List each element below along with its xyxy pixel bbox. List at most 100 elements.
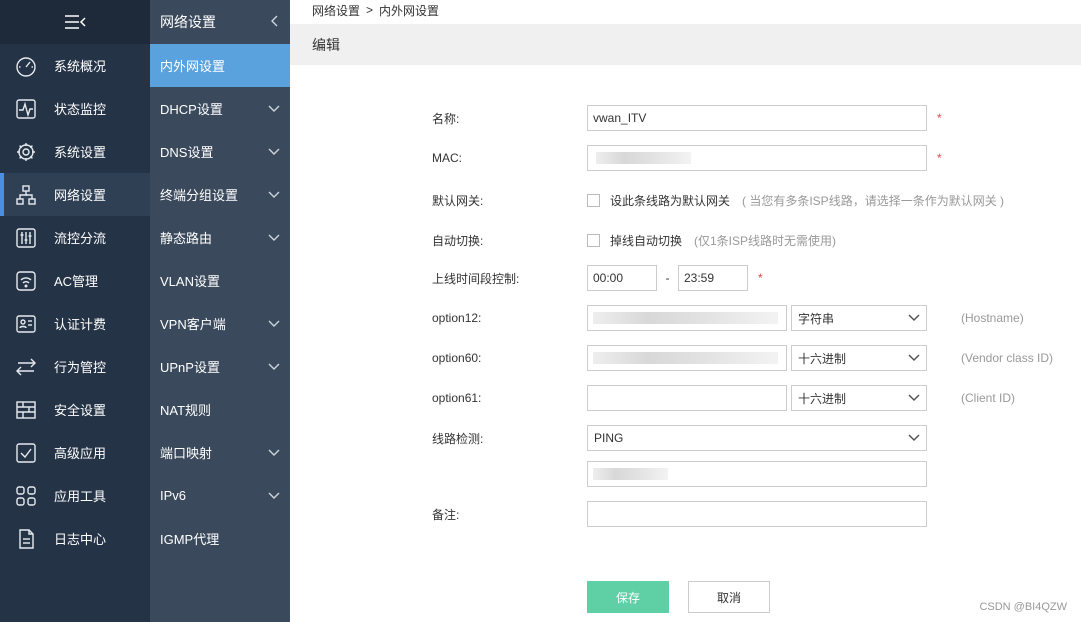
option61-type-select[interactable]: 十六进制 (791, 385, 927, 411)
option60-type-select[interactable]: 十六进制 (791, 345, 927, 371)
menu-collapse-icon (65, 15, 86, 29)
name-input[interactable]: vwan_ITV (587, 105, 927, 131)
sidebar-item[interactable]: 应用工具 (0, 474, 150, 517)
line-check-target-input[interactable] (587, 461, 927, 487)
chevron-down-icon (908, 434, 920, 442)
sidebar-item[interactable]: 流控分流 (0, 216, 150, 259)
chevron-down-icon (268, 144, 280, 159)
end-time-input[interactable]: 23:59 (678, 265, 748, 291)
sidebar-item-label: 安全设置 (54, 403, 107, 418)
chevron-down-icon (908, 314, 920, 322)
main-content: 网络设置 > 内外网设置 编辑 名称: vwan_ITV * MAC: * 默认… (290, 0, 1081, 622)
start-time-input[interactable]: 00:00 (587, 265, 657, 291)
sub-sidebar-item[interactable]: IPv6 (150, 474, 290, 517)
gateway-checkbox-label[interactable]: 设此条线路为默认网关 (610, 192, 730, 209)
sub-sidebar-item-label: 静态路由 (160, 231, 213, 246)
sub-sidebar-item-label: DNS设置 (160, 145, 214, 160)
sub-sidebar-item[interactable]: IGMP代理 (150, 517, 290, 560)
sidebar-item[interactable]: 状态监控 (0, 87, 150, 130)
sub-sidebar-item[interactable]: VPN客户端 (150, 302, 290, 345)
watermark: CSDN @BI4QZW (979, 601, 1067, 613)
sub-sidebar-title: 网络设置 (160, 14, 216, 30)
chevron-down-icon (268, 316, 280, 331)
sub-sidebar-item[interactable]: VLAN设置 (150, 259, 290, 302)
sidebar-item-label: 状态监控 (54, 102, 107, 117)
auto-switch-label: 自动切换: (432, 234, 484, 248)
sub-sidebar-item[interactable]: 端口映射 (150, 431, 290, 474)
sub-sidebar-item[interactable]: NAT规则 (150, 388, 290, 431)
pulse-icon (14, 97, 38, 121)
sub-sidebar-item[interactable]: DNS设置 (150, 130, 290, 173)
breadcrumb-parent[interactable]: 网络设置 (312, 2, 360, 19)
auto-switch-checkbox[interactable] (587, 234, 600, 247)
sidebar-item-label: 系统设置 (54, 145, 107, 160)
option12-type-select[interactable]: 字符串 (791, 305, 927, 331)
sub-sidebar-item-label: VLAN设置 (160, 274, 220, 289)
chevron-down-icon (268, 230, 280, 245)
line-check-label: 线路检测: (432, 431, 484, 446)
sidebar-item[interactable]: 日志中心 (0, 517, 150, 560)
cancel-button[interactable]: 取消 (688, 581, 770, 613)
line-check-method-select[interactable]: PING (587, 425, 927, 451)
chevron-down-icon (268, 187, 280, 202)
sidebar-item[interactable]: 认证计费 (0, 302, 150, 345)
sub-sidebar-item-label: UPnP设置 (160, 360, 220, 375)
required-mark: * (758, 271, 763, 285)
sidebar-item-label: 认证计费 (54, 317, 107, 332)
sub-sidebar-item-label: IPv6 (160, 488, 187, 503)
mac-input[interactable] (587, 145, 927, 171)
option61-label: option61: (432, 391, 482, 405)
sub-sidebar-item[interactable]: DHCP设置 (150, 87, 290, 130)
id-card-icon (14, 312, 38, 336)
option12-row: option12: 字符串 (Hostname) (432, 305, 1024, 331)
sub-sidebar-item[interactable]: UPnP设置 (150, 345, 290, 388)
sub-sidebar-item[interactable]: 终端分组设置 (150, 173, 290, 216)
sidebar-item[interactable]: AC管理 (0, 259, 150, 302)
option60-type-value: 十六进制 (798, 351, 847, 366)
save-button[interactable]: 保存 (587, 581, 669, 613)
required-mark: * (937, 151, 942, 165)
option60-label: option60: (432, 351, 482, 365)
sidebar-item[interactable]: 系统设置 (0, 130, 150, 173)
sidebar-item[interactable]: 安全设置 (0, 388, 150, 431)
option12-label: option12: (432, 311, 482, 325)
remark-row: 备注: (432, 501, 927, 527)
option12-input[interactable] (587, 305, 787, 331)
sidebar-item[interactable]: 高级应用 (0, 431, 150, 474)
arrows-icon (14, 355, 38, 379)
sidebar-item-label: 日志中心 (54, 532, 107, 547)
remark-input[interactable] (587, 501, 927, 527)
sliders-icon (14, 226, 38, 250)
breadcrumb-current: 内外网设置 (379, 3, 440, 18)
sub-sidebar: 网络设置 内外网设置 DHCP设置 DNS设置终端分组设置静态路由 VLAN设置 VPN… (150, 0, 290, 622)
line-check-method-value: PING (594, 431, 624, 445)
required-mark: * (937, 111, 942, 125)
sidebar-item[interactable]: 系统概况 (0, 44, 150, 87)
option12-hint: (Hostname) (961, 311, 1024, 325)
sub-sidebar-header: 网络设置 (150, 0, 290, 44)
sidebar-item[interactable]: 行为管控 (0, 345, 150, 388)
redacted-value (593, 352, 778, 364)
sub-sidebar-item-label: 内外网设置 (160, 59, 226, 74)
sub-sidebar-item-label: DHCP设置 (160, 102, 223, 117)
menu-collapse-button[interactable] (0, 0, 150, 44)
gateway-hint: ( 当您有多条ISP线路，请选择一条作为默认网关 ) (742, 194, 1005, 208)
option61-row: option61: 十六进制 (Client ID) (432, 385, 1015, 411)
sub-sidebar-item[interactable]: 内外网设置 (150, 44, 290, 87)
chevron-down-icon (268, 101, 280, 116)
gear-icon (14, 140, 38, 164)
sub-sidebar-item-label: 端口映射 (160, 446, 213, 461)
main-sidebar: 系统概况状态监控系统设置网络设置 流控分流 AC管理认证计费行为管控安全设置高级应用… (0, 0, 150, 622)
option60-input[interactable] (587, 345, 787, 371)
sub-sidebar-item[interactable]: 静态路由 (150, 216, 290, 259)
sub-collapse-icon[interactable] (270, 14, 278, 30)
sidebar-item[interactable]: 网络设置 (0, 173, 150, 216)
gateway-checkbox[interactable] (587, 194, 600, 207)
redacted-value (593, 312, 778, 324)
document-icon (14, 527, 38, 551)
auto-switch-row: 自动切换: 掉线自动切换 (仅1条ISP线路时无需使用) (432, 232, 836, 249)
auto-switch-checkbox-label[interactable]: 掉线自动切换 (610, 232, 682, 249)
auto-switch-hint: (仅1条ISP线路时无需使用) (694, 234, 837, 248)
option61-input[interactable] (587, 385, 787, 411)
mac-label: MAC: (432, 151, 462, 165)
